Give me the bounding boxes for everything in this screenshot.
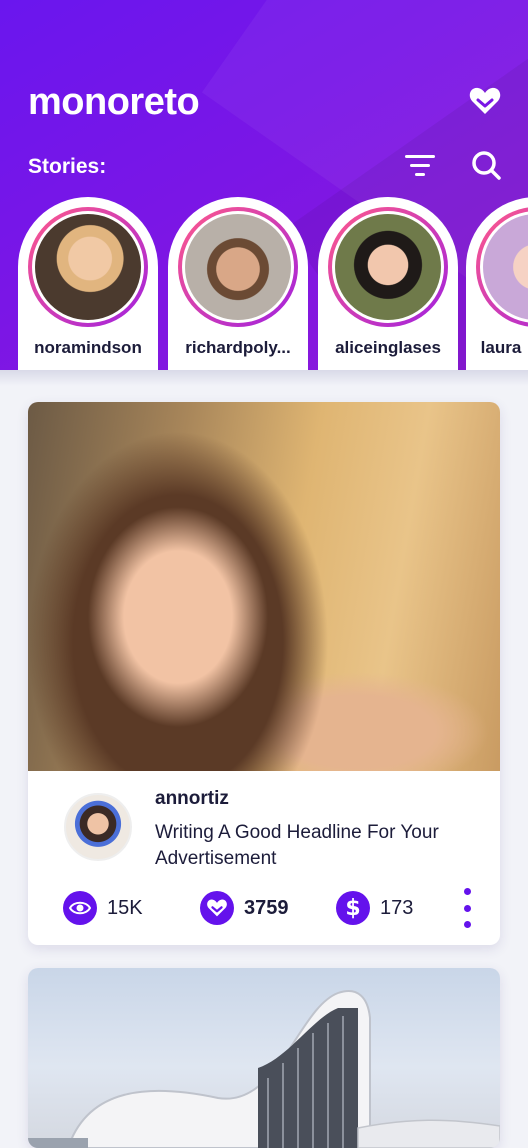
likes-stat[interactable]: 3759: [200, 890, 289, 926]
story-ring: [328, 207, 448, 327]
author-avatar[interactable]: [64, 793, 132, 861]
post-headline[interactable]: Writing A Good Headline For Your Adverti…: [155, 820, 455, 872]
stories-label: Stories:: [28, 155, 107, 178]
likes-count: 3759: [244, 896, 289, 919]
author-username[interactable]: annortiz: [155, 788, 229, 810]
story-avatar: [335, 214, 441, 320]
views-stat: 15K: [63, 890, 143, 926]
story-ring: [28, 207, 148, 327]
story-avatar: [483, 214, 528, 320]
header-shadow: [0, 370, 528, 386]
earnings-count: 173: [380, 896, 414, 919]
more-options-button[interactable]: [460, 888, 474, 928]
story-ring: [476, 207, 528, 327]
favorites-button[interactable]: [468, 84, 502, 118]
story-ring: [178, 207, 298, 327]
search-icon: [472, 151, 501, 180]
filter-icon: [405, 155, 435, 176]
more-dot: [463, 921, 471, 928]
more-dot: [463, 904, 471, 912]
search-button[interactable]: [470, 149, 504, 183]
post-card: annortiz Writing A Good Headline For You…: [28, 402, 500, 945]
app-header: monoreto Stories: noramindson richardpol…: [0, 0, 528, 370]
story-username: richardpoly...: [185, 338, 291, 357]
story-item[interactable]: aliceinglases: [318, 197, 458, 370]
building-illustration: [28, 990, 500, 1148]
post-card: [28, 968, 500, 1148]
post-image[interactable]: [28, 402, 500, 771]
story-username: noramindson: [34, 338, 142, 357]
eye-icon: [63, 891, 97, 925]
story-username: laura: [480, 338, 522, 357]
dollar-icon: $: [336, 891, 370, 925]
story-avatar: [185, 214, 291, 320]
filter-button[interactable]: [402, 150, 438, 182]
story-username: aliceinglases: [335, 338, 441, 357]
story-avatar: [35, 214, 141, 320]
story-item[interactable]: richardpoly...: [168, 197, 308, 370]
post-image[interactable]: [28, 968, 500, 1148]
more-dot: [463, 888, 471, 895]
app-logo[interactable]: monoreto: [28, 80, 200, 124]
heart-icon: [469, 87, 501, 114]
earnings-stat[interactable]: $ 173: [336, 890, 413, 926]
views-count: 15K: [107, 896, 143, 919]
heart-icon: [200, 891, 234, 925]
story-item[interactable]: noramindson: [18, 197, 158, 370]
